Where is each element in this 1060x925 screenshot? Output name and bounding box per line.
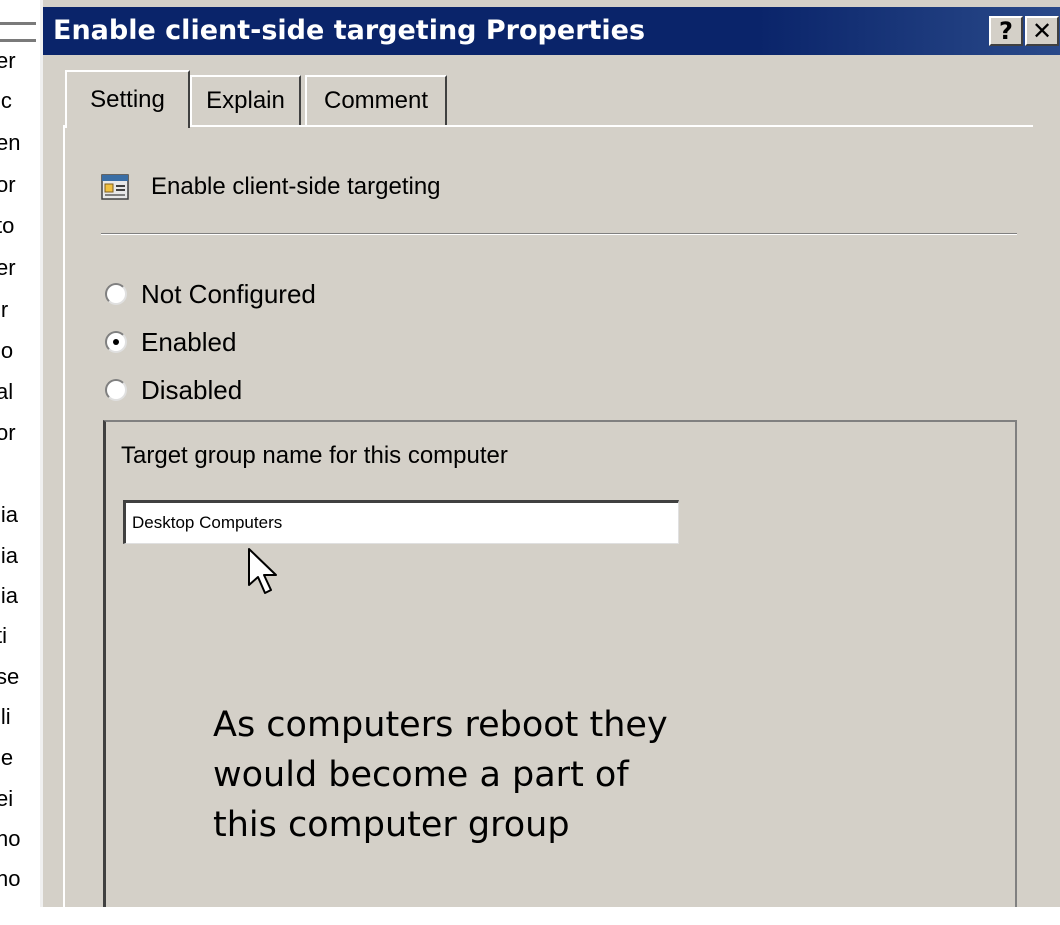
background-text-fragment: or [0,420,16,445]
help-button[interactable]: ? [989,16,1023,46]
dialog-title: Enable client-side targeting Properties [53,15,646,46]
radio-label: Enabled [141,326,237,357]
tab-explain[interactable]: Explain [190,75,301,125]
background-text-fragment: ti [0,623,7,648]
policy-name: Enable client-side targeting [151,173,441,200]
background-text-fragment: er [0,255,16,280]
background-menu-lines [0,22,36,42]
background-text-fragment: or [0,172,16,197]
background-text-fragment: al [0,379,14,404]
background-window-titlebar [0,0,40,42]
background-text-fragment: no [0,866,21,891]
background-text-fragment: ic [0,88,12,113]
background-text-fragment: ei [0,786,14,811]
background-text-fragment: to [0,213,15,238]
annotation-line: would become a part of [213,755,629,795]
close-button[interactable]: ✕ [1025,16,1059,46]
radio-label: Not Configured [141,278,316,309]
background-text-fragment: lia [0,543,19,568]
background-text-fragment: ir [0,297,9,322]
radio-enabled[interactable]: Enabled [105,325,236,359]
background-text-fragment: lia [0,502,19,527]
background-text-fragment: en [0,130,21,155]
separator-line [101,233,1017,235]
background-text-fragment: lia [0,583,19,608]
mouse-pointer-icon [248,548,277,594]
background-text-fragment: se [0,664,20,689]
radio-button[interactable] [105,283,127,305]
target-group-input[interactable] [123,500,679,544]
background-text-fragment: er [0,48,16,73]
background-text-fragment: no [0,826,21,851]
annotation-text: As computers reboot they would become a … [213,700,833,850]
background-text-fragment: ie [0,745,14,770]
radio-button[interactable] [105,379,127,401]
radio-disabled[interactable]: Disabled [105,373,242,407]
background-text-fragment: lo [0,338,14,363]
tab-setting[interactable]: Setting [65,70,190,128]
tab-comment[interactable]: Comment [305,75,447,125]
radio-label: Disabled [141,374,243,405]
policy-settings-icon [101,174,129,200]
properties-dialog: Enable client-side targeting Properties … [40,0,1060,925]
target-group-label: Target group name for this computer [121,442,508,469]
dialog-titlebar[interactable]: Enable client-side targeting Properties … [43,7,1060,55]
radio-not-configured[interactable]: Not Configured [105,277,316,311]
background-window: er ic en or to er ir lo al or lia lia li… [0,0,40,907]
annotation-line: As computers reboot they [213,705,668,745]
annotation-line: this computer group [213,805,570,845]
radio-button-selected[interactable] [105,331,127,353]
background-text-fragment: ili [0,704,11,729]
